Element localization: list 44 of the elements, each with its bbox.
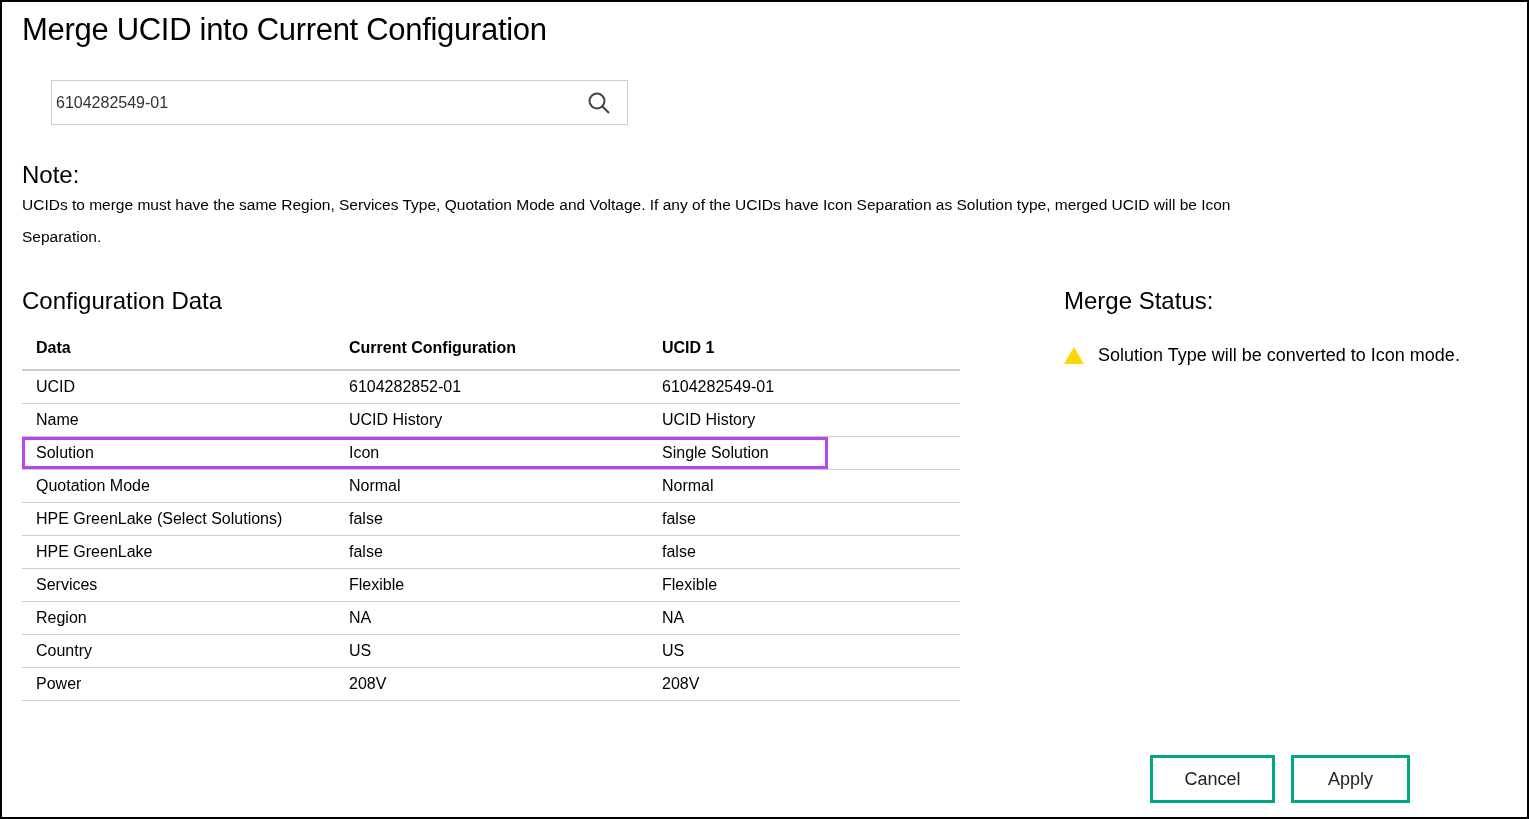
note-heading: Note:: [22, 161, 81, 189]
table-cell-text: UCID: [35, 378, 77, 396]
table-cell-text: 6104282549-01: [661, 378, 776, 396]
column-header: Data: [35, 339, 72, 357]
table-cell-text: Quotation Mode: [35, 477, 151, 495]
table-cell-text: Single Solution: [661, 444, 770, 462]
table-cell-text: NA: [348, 609, 373, 627]
table-cell-text: Flexible: [348, 576, 406, 594]
search-field[interactable]: 6104282549-01: [51, 80, 628, 125]
table-cell-text: 6104282852-01: [348, 378, 463, 396]
table-cell-text: false: [348, 543, 384, 561]
table-cell-text: Flexible: [661, 576, 719, 594]
note-text: UCIDs to merge must have the same Region, Services Type, Quotation Mode and Voltage. If any of the UCIDs have Icon Separation as Solution type, merged UCID will be Icon Separation.: [22, 195, 1232, 247]
table-cell-text: Services: [35, 576, 99, 594]
table-cell-text: Region: [35, 609, 88, 627]
column-header: UCID 1: [661, 339, 716, 357]
table-cell-text: 208V: [348, 675, 388, 693]
table-cell-text: US: [661, 642, 686, 660]
table-cell-text: Country: [35, 642, 94, 660]
search-icon[interactable]: [588, 92, 610, 114]
warning-icon: [1064, 347, 1084, 364]
dialog-title: Merge UCID into Current Configuration: [22, 12, 548, 48]
table-cell-text: UCID History: [348, 411, 444, 429]
table-cell-text: false: [661, 543, 697, 561]
table-cell-text: Power: [35, 675, 83, 693]
table-cell-text: false: [348, 510, 384, 528]
table-cell-text: 208V: [661, 675, 701, 693]
section-heading: Merge Status:: [1064, 287, 1215, 315]
apply-button[interactable]: Apply: [1291, 755, 1410, 803]
table-cell-text: Solution: [35, 444, 95, 462]
table-cell-text: HPE GreenLake (Select Solutions): [35, 510, 284, 528]
table-cell-text: NA: [661, 609, 686, 627]
table-cell-text: Normal: [348, 477, 402, 495]
table-cell-text: Icon: [348, 444, 381, 462]
table-cell-text: US: [348, 642, 373, 660]
section-heading: Configuration Data: [22, 287, 224, 315]
column-header: Current Configuration: [348, 339, 518, 357]
status-message: Solution Type will be converted to Icon mode.: [1098, 345, 1460, 366]
table-cell-text: HPE GreenLake: [35, 543, 154, 561]
table-cell-text: Normal: [661, 477, 715, 495]
table-cell-text: Name: [35, 411, 80, 429]
table-cell-text: false: [661, 510, 697, 528]
cancel-button[interactable]: Cancel: [1150, 755, 1275, 803]
table-cell-text: UCID History: [661, 411, 757, 429]
